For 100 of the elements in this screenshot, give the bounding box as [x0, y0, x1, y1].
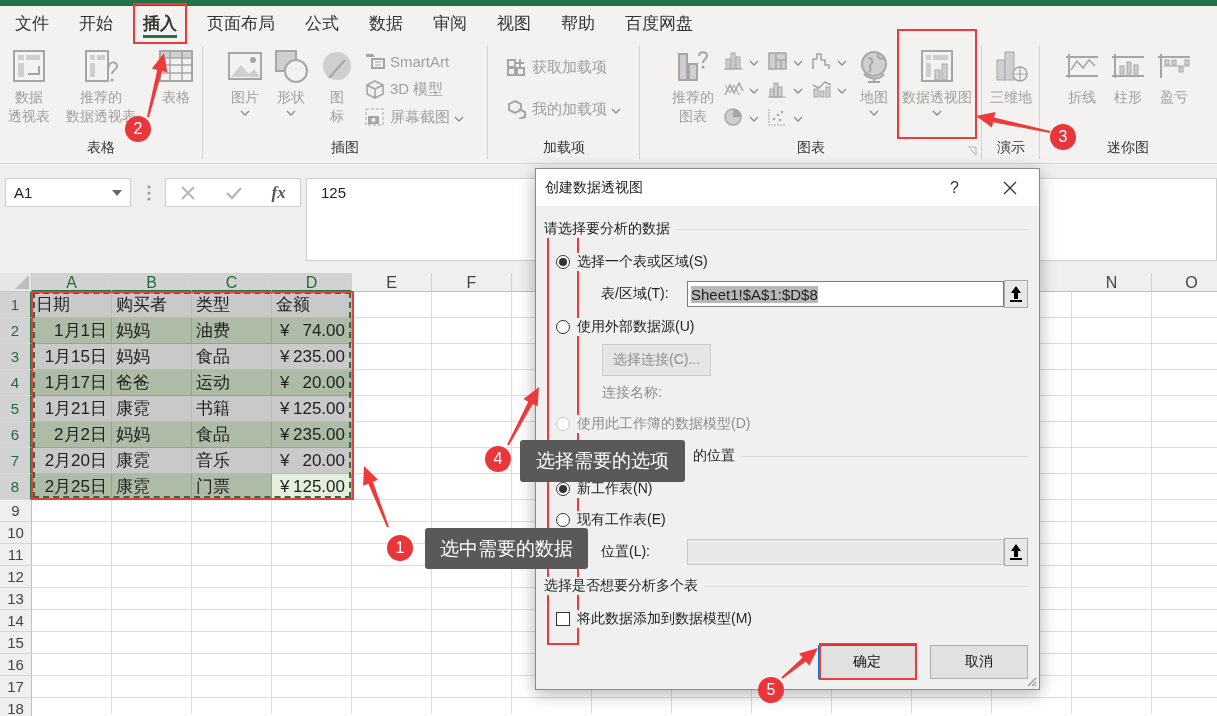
column-header[interactable]: E: [352, 273, 432, 292]
sheet-cell[interactable]: 1月17日: [32, 370, 112, 396]
currency-symbol: ¥: [280, 476, 290, 497]
sheet-cell[interactable]: 1月21日: [32, 396, 112, 422]
sheet-cell[interactable]: 1月15日: [32, 344, 112, 370]
close-icon[interactable]: [1003, 180, 1017, 195]
sheet-cell[interactable]: 食品: [192, 344, 272, 370]
amount: 74.00: [302, 320, 345, 341]
collapse-button[interactable]: [1004, 538, 1028, 566]
chevron-icon: [240, 109, 250, 116]
row-header[interactable]: 3: [0, 344, 32, 370]
sheet-cell[interactable]: 妈妈: [112, 422, 192, 448]
step-number: 5: [758, 677, 784, 703]
ribbon-tab[interactable]: 开始: [64, 6, 128, 40]
ribbon-tab[interactable]: 页面布局: [192, 6, 290, 40]
row-header[interactable]: 8: [0, 474, 32, 500]
currency-symbol: ¥: [280, 372, 290, 393]
sheet-cell[interactable]: 类型: [192, 292, 272, 318]
dialog-button[interactable]: 确定: [818, 645, 916, 679]
row-header[interactable]: 9: [0, 500, 32, 522]
option-label: 使用此工作簿的数据模型(D): [577, 414, 751, 433]
name-box[interactable]: A1: [5, 178, 131, 207]
sheet-cell[interactable]: 康霓: [112, 448, 192, 474]
checkbox[interactable]: [556, 612, 570, 626]
sheet-cell[interactable]: ¥ 235.00: [272, 422, 352, 448]
ribbon-tab[interactable]: 数据: [354, 6, 418, 40]
row-header[interactable]: 15: [0, 632, 32, 654]
row-header[interactable]: 14: [0, 610, 32, 632]
cancel-icon[interactable]: [180, 184, 197, 201]
sheet-cell[interactable]: ¥ 125.00: [272, 396, 352, 422]
range-field[interactable]: Sheet1!$A$1:$D$8: [687, 281, 1004, 307]
sheet-cell[interactable]: 1月1日: [32, 318, 112, 344]
option-label: 将此数据添加到数据模型(M): [577, 610, 752, 628]
radio-button[interactable]: [556, 512, 570, 527]
ribbon-tab[interactable]: 视图: [482, 6, 546, 40]
step-number: 1: [387, 535, 413, 561]
sheet-cell[interactable]: ¥ 74.00: [272, 318, 352, 344]
sheet-cell[interactable]: 2月2日: [32, 422, 112, 448]
help-button[interactable]: ?: [950, 178, 959, 197]
radio-button[interactable]: [556, 319, 570, 334]
sheet-cell[interactable]: 妈妈: [112, 344, 192, 370]
row-header[interactable]: 2: [0, 318, 32, 344]
row-header[interactable]: 1: [0, 292, 32, 318]
sheet-cell[interactable]: 音乐: [192, 448, 272, 474]
collapse-button[interactable]: [1004, 280, 1028, 308]
arrow: [507, 387, 539, 446]
column-header[interactable]: F: [432, 273, 512, 292]
corner-triangle-icon: [15, 275, 29, 289]
treemap-icon: [767, 51, 789, 71]
ribbon-tab[interactable]: 审阅: [418, 6, 482, 40]
row-header[interactable]: 10: [0, 522, 32, 544]
caret-icon: [112, 189, 122, 196]
row-header[interactable]: 6: [0, 422, 32, 448]
sheet-cell[interactable]: 康霓: [112, 396, 192, 422]
row-header[interactable]: 13: [0, 588, 32, 610]
sheet-cell[interactable]: 书籍: [192, 396, 272, 422]
ribbon-tab[interactable]: 插入: [128, 6, 192, 40]
column-header[interactable]: O: [1152, 273, 1217, 292]
sheet-cell[interactable]: ¥ 20.00: [272, 448, 352, 474]
sheet-cell[interactable]: 金额: [272, 292, 352, 318]
insert-function-button[interactable]: fx: [271, 182, 286, 203]
row-header[interactable]: 16: [0, 654, 32, 676]
pie-chart-icon: [723, 107, 745, 127]
chevron-icon: [793, 87, 803, 94]
table-icon: [83, 48, 119, 84]
sheet-cell[interactable]: 运动: [192, 370, 272, 396]
sheet-cell[interactable]: 油费: [192, 318, 272, 344]
diagram-icon: [364, 51, 386, 71]
sheet-cell[interactable]: ¥ 20.00: [272, 370, 352, 396]
row-header[interactable]: 12: [0, 566, 32, 588]
column-header[interactable]: N: [1072, 273, 1152, 292]
sheet-cell[interactable]: 购买者: [112, 292, 192, 318]
sheet-cell[interactable]: 食品: [192, 422, 272, 448]
ribbon-tab[interactable]: 文件: [0, 6, 64, 40]
group-label: 插图: [331, 139, 359, 157]
dialog-button[interactable]: 取消: [930, 645, 1028, 679]
column-chart-icon: [723, 51, 745, 71]
row-header[interactable]: 17: [0, 676, 32, 698]
row-header[interactable]: 5: [0, 396, 32, 422]
row-header[interactable]: 7: [0, 448, 32, 474]
row-header[interactable]: 11: [0, 544, 32, 566]
row-header[interactable]: 4: [0, 370, 32, 396]
sheet-cell[interactable]: ¥ 235.00: [272, 344, 352, 370]
sheet-cell[interactable]: 爸爸: [112, 370, 192, 396]
currency-symbol: ¥: [280, 424, 290, 445]
ribbon-tab[interactable]: 公式: [290, 6, 354, 40]
amount: 125.00: [293, 398, 345, 419]
row-header[interactable]: 18: [0, 698, 32, 716]
select-all-button[interactable]: [0, 273, 32, 292]
sheet-cell[interactable]: 妈妈: [112, 318, 192, 344]
field-label: 表/区域(T):: [601, 285, 670, 303]
radio-button[interactable]: [556, 254, 570, 269]
ribbon-tab[interactable]: 百度网盘: [610, 6, 708, 40]
sheet-cell[interactable]: 2月20日: [32, 448, 112, 474]
ribbon-tab[interactable]: 帮助: [546, 6, 610, 40]
pivot-chart-icon: [919, 48, 955, 84]
chevron-icon: [837, 87, 847, 94]
grid-icon: [158, 48, 194, 84]
group-label: 演示: [996, 139, 1025, 157]
amount: 235.00: [293, 424, 345, 445]
